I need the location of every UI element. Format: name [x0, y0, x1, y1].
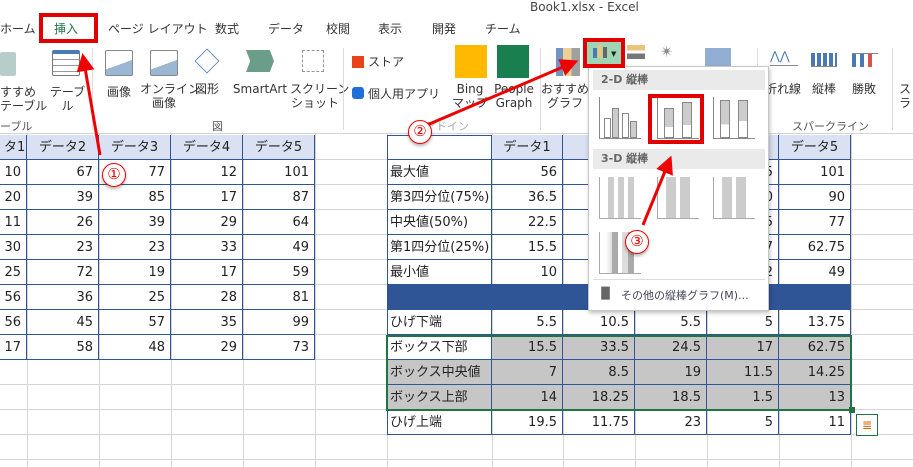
arrow-3 — [641, 155, 673, 226]
step-3-badge: ③ — [625, 230, 649, 254]
arrow-1 — [76, 53, 102, 156]
step-1-badge: ① — [102, 163, 126, 187]
arrow-2 — [419, 59, 579, 130]
step-2-badge: ② — [408, 120, 432, 144]
annotation-arrows — [76, 53, 673, 226]
